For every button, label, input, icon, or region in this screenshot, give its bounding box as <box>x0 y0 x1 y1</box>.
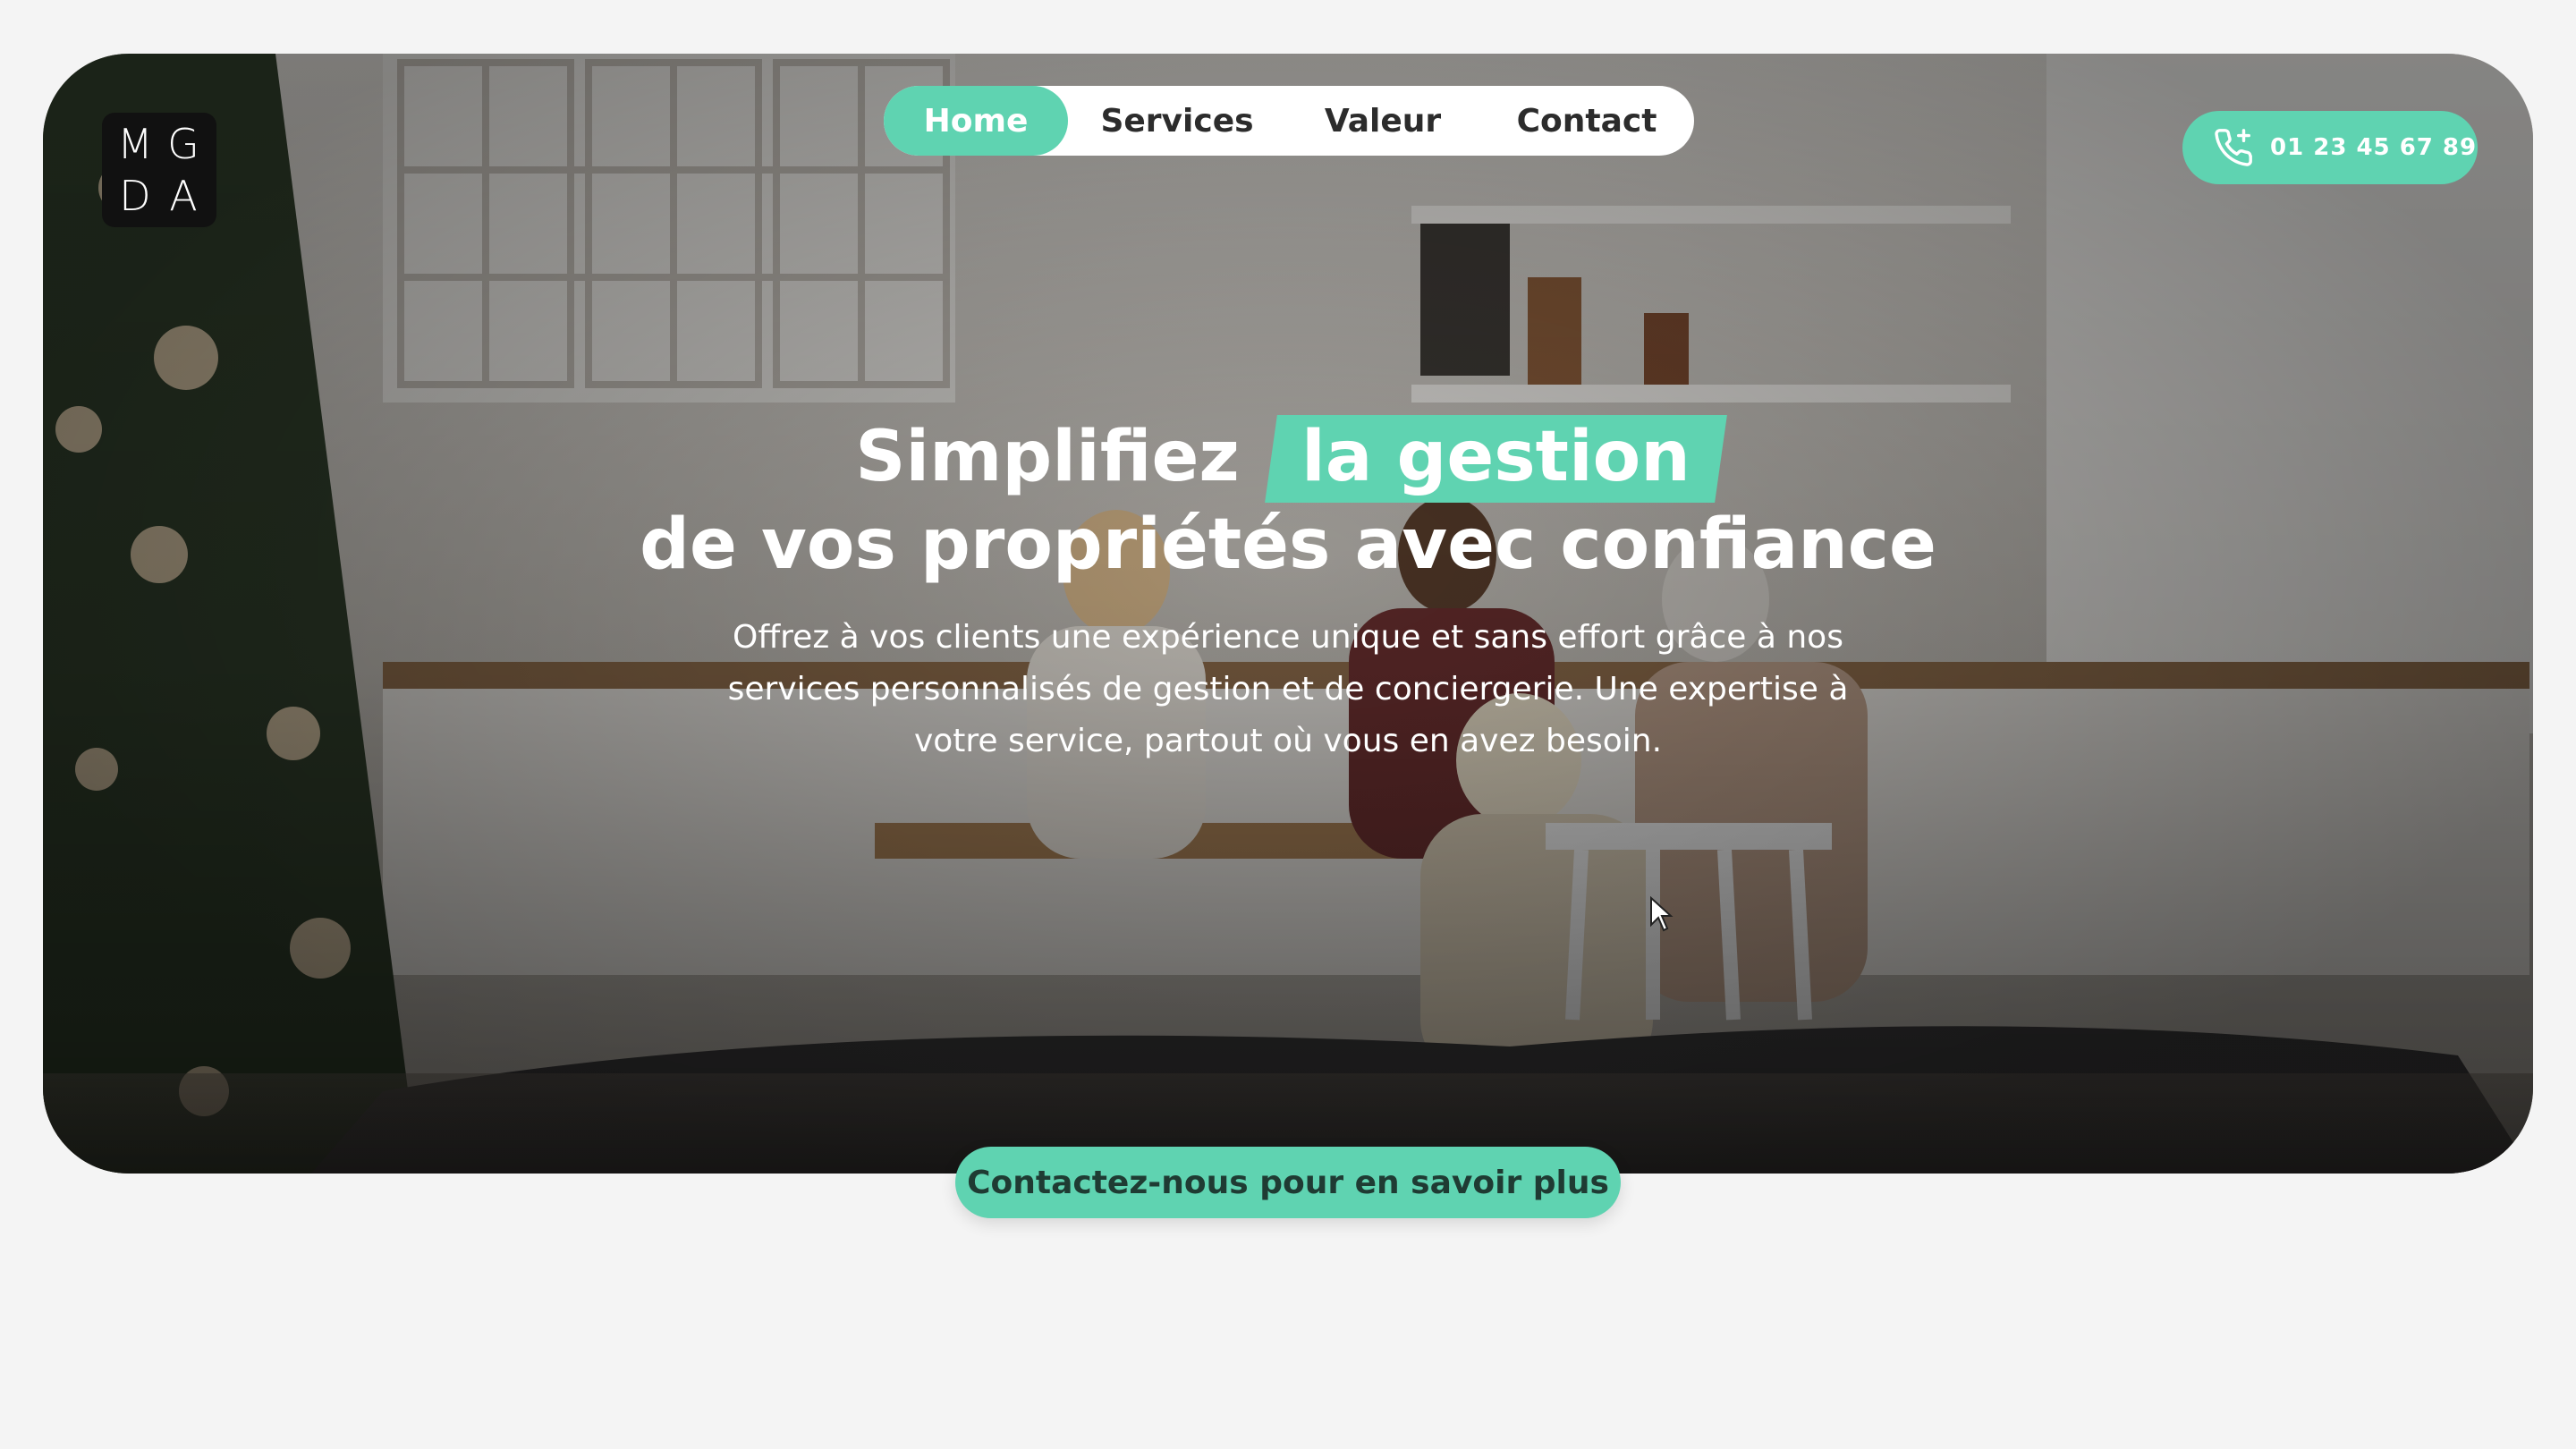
nav-home[interactable]: Home <box>884 86 1068 156</box>
phone-button[interactable]: 01 23 45 67 89 <box>2182 111 2478 184</box>
logo-letter: D <box>119 172 151 220</box>
headline-highlight: la gestion <box>1271 422 1721 492</box>
hero-section: M G D A Home Services Valeur Contact 01 … <box>43 54 2533 1174</box>
mouse-cursor-icon <box>1650 896 1674 932</box>
phone-number: 01 23 45 67 89 <box>2270 134 2478 161</box>
logo[interactable]: M G D A <box>102 113 216 227</box>
headline-start: Simplifiez <box>855 417 1240 497</box>
logo-letter: G <box>167 120 199 168</box>
phone-plus-icon <box>2215 129 2252 166</box>
logo-letter: M <box>117 120 153 168</box>
contact-cta-button[interactable]: Contactez-nous pour en savoir plus <box>955 1147 1621 1218</box>
logo-letter: A <box>169 172 198 220</box>
hero-headline-line1: Simplifiez la gestion <box>43 422 2533 492</box>
hero-headline-line2: de vos propriétés avec confiance <box>640 504 1936 585</box>
main-nav: Home Services Valeur Contact <box>884 86 1694 156</box>
hero-description: Offrez à vos clients une expérience uniq… <box>727 619 1849 759</box>
nav-valeur[interactable]: Valeur <box>1286 86 1479 156</box>
nav-contact[interactable]: Contact <box>1479 86 1694 156</box>
nav-services[interactable]: Services <box>1068 86 1286 156</box>
